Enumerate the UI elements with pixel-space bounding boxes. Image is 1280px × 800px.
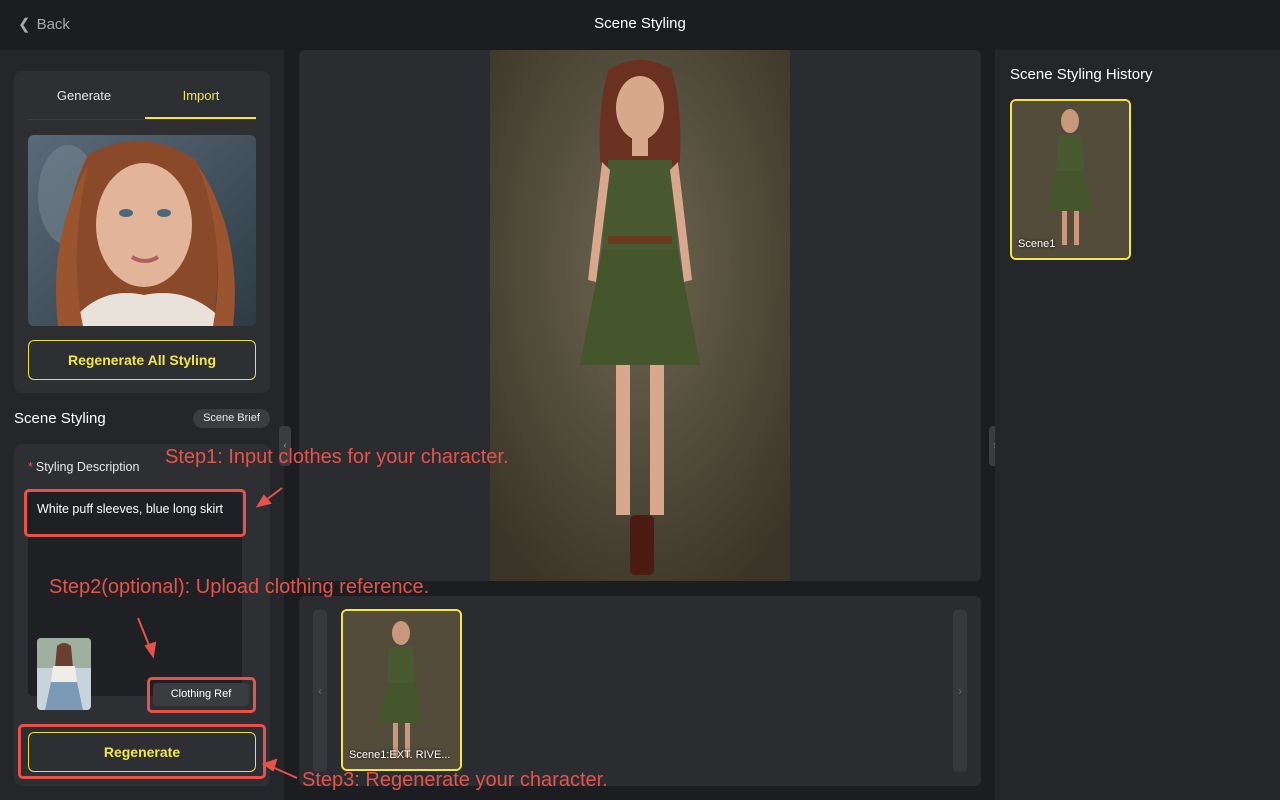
regenerate-all-button[interactable]: Regenerate All Styling — [28, 340, 256, 380]
tab-generate[interactable]: Generate — [28, 88, 140, 103]
scene-brief-button[interactable]: Scene Brief — [193, 409, 270, 428]
scene-thumbnail-caption: Scene1:EXT. RIVE... — [349, 749, 451, 761]
scene-styling-heading: Scene Styling — [14, 410, 106, 427]
styling-description-text: Styling Description — [35, 460, 140, 474]
tab-divider — [28, 119, 256, 120]
strip-next-button[interactable]: › — [953, 610, 967, 772]
step3-annotation: Step3: Regenerate your character. — [302, 769, 608, 791]
page-title: Scene Styling — [594, 15, 686, 32]
styling-description-label: * Styling Description — [28, 460, 139, 474]
scene-preview-image — [490, 50, 790, 581]
tab-import[interactable]: Import — [145, 88, 257, 103]
history-title: Scene Styling History — [1010, 66, 1153, 83]
history-item[interactable]: Scene1 — [1010, 99, 1131, 260]
active-tab-indicator — [145, 117, 256, 119]
strip-prev-button[interactable]: ‹ — [313, 610, 327, 772]
scene-thumbnail[interactable]: Scene1:EXT. RIVE... — [341, 609, 462, 771]
step1-highlight — [24, 489, 246, 537]
step3-highlight — [18, 724, 266, 779]
step2-annotation: Step2(optional): Upload clothing referen… — [49, 576, 430, 598]
clothing-reference-thumbnail[interactable] — [37, 638, 91, 710]
step1-annotation: Step1: Input clothes for your character. — [165, 446, 509, 468]
required-mark: * — [28, 460, 33, 474]
step2-highlight — [147, 677, 256, 713]
character-portrait[interactable] — [28, 135, 256, 326]
history-item-label: Scene1 — [1018, 238, 1056, 250]
